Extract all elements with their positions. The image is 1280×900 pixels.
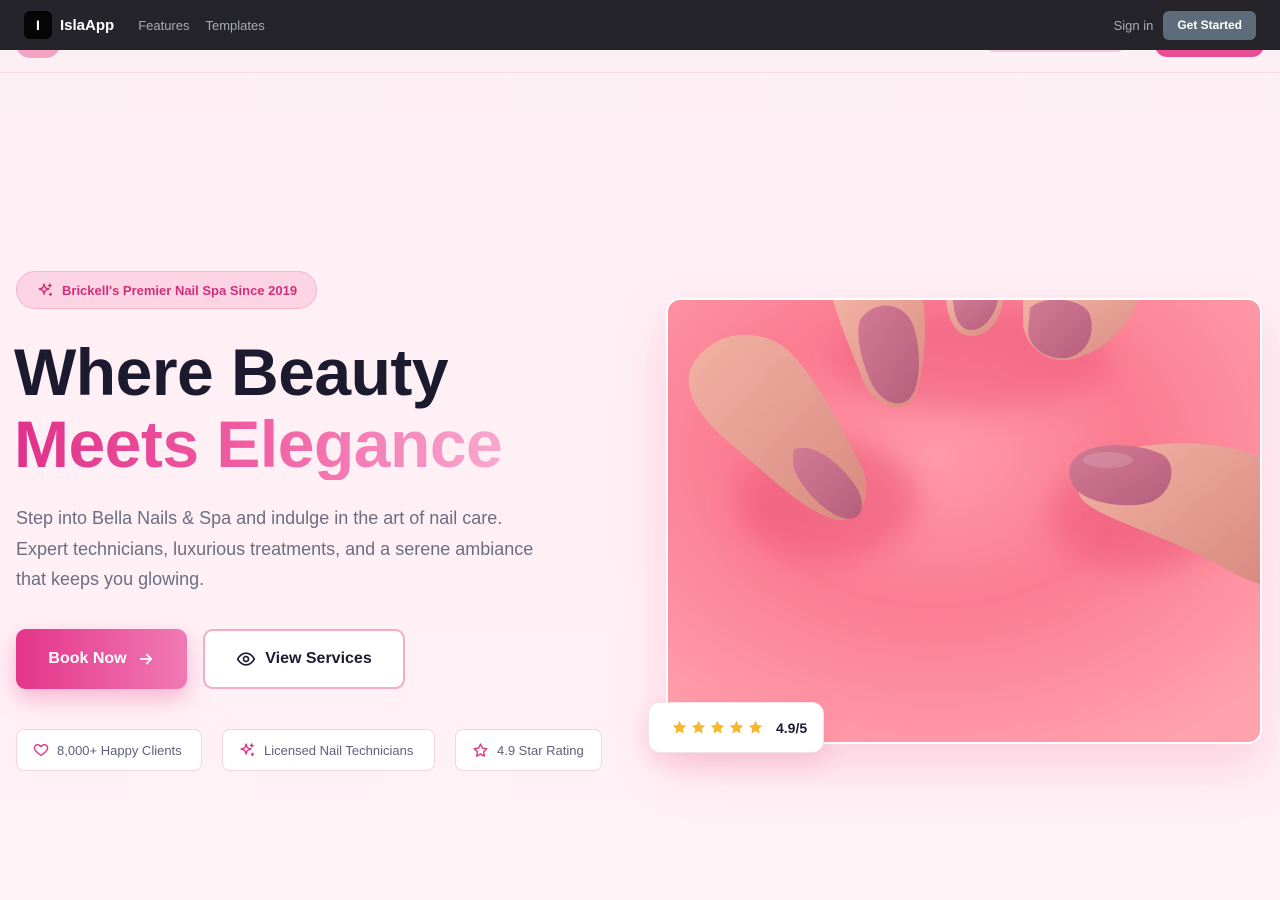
view-services-label: View Services — [265, 650, 372, 667]
hero-title-line-2: Meets Elegance — [14, 407, 503, 481]
rating-value: 4.9/5 — [776, 719, 808, 736]
star-outline-icon — [473, 742, 488, 757]
star-filled-icon — [729, 720, 744, 734]
manicure-photo — [668, 300, 1260, 742]
nav-templates-link[interactable]: Templates — [206, 18, 265, 33]
sparkles-icon — [240, 742, 255, 756]
hero-badge: Brickell's Premier Nail Spa Since 2019 — [16, 271, 317, 309]
feature-badge-clients: 8,000+ Happy Clients — [16, 729, 202, 771]
hero-title: Where Beauty Meets Elegance — [14, 335, 503, 481]
feature-badge-label: Licensed Nail Technicians — [264, 742, 414, 758]
app-nav: Features Templates — [138, 18, 265, 33]
book-now-button[interactable]: Book Now — [16, 629, 187, 689]
star-filled-icon — [748, 720, 763, 734]
feature-badge-label: 4.9 Star Rating — [497, 742, 584, 758]
star-filled-icon — [710, 720, 725, 734]
sign-in-link[interactable]: Sign in — [1114, 18, 1154, 33]
app-top-bar: I IslaApp Features Templates Sign in Get… — [0, 0, 1280, 50]
nav-features-link[interactable]: Features — [138, 18, 189, 33]
star-filled-icon — [672, 720, 687, 734]
get-started-button[interactable]: Get Started — [1163, 10, 1256, 40]
app-account-actions: Sign in Get Started — [1114, 10, 1256, 40]
heart-icon — [33, 744, 49, 756]
feature-badge-technicians: Licensed Nail Technicians — [222, 729, 435, 771]
hero-badge-text: Brickell's Premier Nail Spa Since 2019 — [62, 282, 298, 298]
landing-page: I IslaApp Features Templates Sign in Get… — [0, 0, 1280, 900]
eye-icon — [237, 652, 256, 666]
view-services-button[interactable]: View Services — [203, 629, 405, 689]
hero-title-line-1: Where Beauty — [14, 335, 449, 409]
book-now-label: Book Now — [48, 650, 127, 667]
feature-badge-rating: 4.9 Star Rating — [455, 729, 602, 771]
app-logo[interactable]: I — [24, 11, 52, 39]
hero-image — [666, 298, 1262, 744]
sparkles-icon — [38, 282, 53, 296]
rating-card: 4.9/5 — [648, 702, 824, 753]
star-filled-icon — [691, 720, 706, 734]
feature-badge-label: 8,000+ Happy Clients — [57, 742, 182, 758]
hero-description: Step into Bella Nails & Spa and indulge … — [16, 508, 534, 589]
app-name[interactable]: IslaApp — [60, 17, 114, 34]
arrow-right-icon — [139, 653, 152, 665]
